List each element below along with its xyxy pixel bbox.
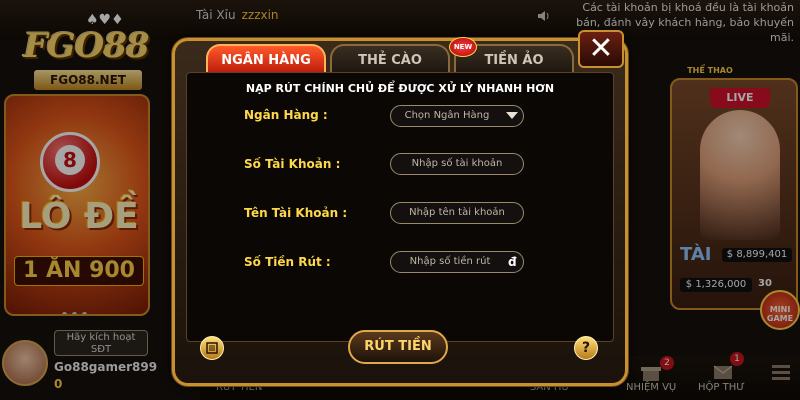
tab-phone-card[interactable]: THẺ CÀO — [330, 44, 450, 74]
withdraw-submit-button[interactable]: RÚT TIỀN — [348, 330, 448, 364]
bank-select-value: Chọn Ngân Hàng — [404, 110, 490, 121]
form-notice: NẠP RÚT CHÍNH CHỦ ĐỂ ĐƯỢC XỬ LÝ NHANH HƠ… — [245, 82, 555, 95]
bank-label: Ngân Hàng : — [244, 108, 328, 122]
account-name-input[interactable]: Nhập tên tài khoản — [390, 202, 524, 224]
help-icon[interactable]: ? — [574, 336, 598, 360]
close-button[interactable]: ✕ — [578, 30, 624, 68]
account-name-label: Tên Tài Khoản : — [244, 206, 348, 220]
dong-currency-icon: đ — [508, 255, 517, 269]
bank-select[interactable]: Chọn Ngân Hàng — [390, 105, 524, 127]
amount-label: Số Tiền Rút : — [244, 255, 331, 269]
tab-bank[interactable]: NGÂN HÀNG — [206, 44, 326, 74]
chevron-down-icon[interactable] — [506, 112, 518, 119]
account-number-input[interactable]: Nhập số tài khoản — [390, 153, 524, 175]
account-number-label: Số Tài Khoản : — [244, 157, 341, 171]
amount-input[interactable]: Nhập số tiền rút — [390, 251, 524, 273]
history-icon[interactable] — [200, 336, 224, 360]
close-icon: ✕ — [588, 31, 614, 66]
new-badge: NEW — [449, 37, 477, 57]
